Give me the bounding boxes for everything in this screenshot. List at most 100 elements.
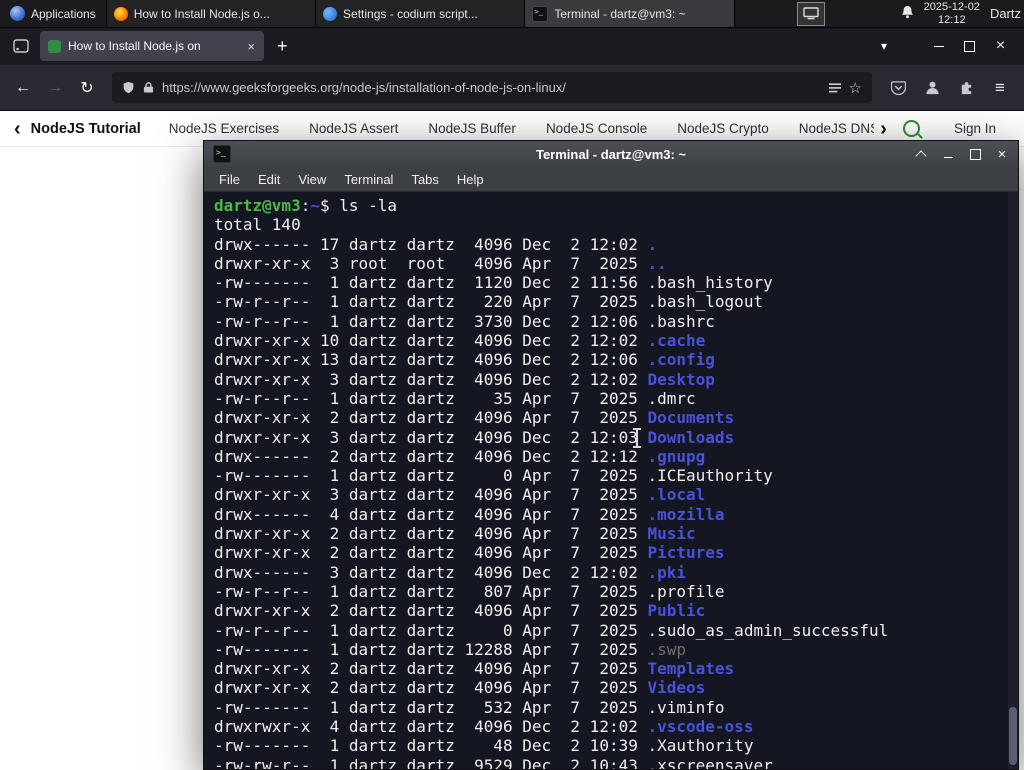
terminal-line: -rw-r--r-- 1 dartz dartz 220 Apr 7 2025 … (214, 292, 764, 312)
file-name: Templates (647, 659, 735, 679)
terminal-line: -rw------- 1 dartz dartz 0 Apr 7 2025 .I… (214, 466, 773, 486)
search-icon[interactable] (902, 120, 920, 137)
tab-close-icon[interactable]: × (246, 39, 256, 54)
extensions-icon[interactable] (950, 74, 982, 102)
reload-button[interactable]: ↻ (72, 78, 102, 98)
file-name: .xscreensaver (647, 755, 773, 769)
list-all-tabs-icon[interactable]: ▾ (871, 39, 897, 53)
file-name: .bash_logout (647, 292, 764, 312)
terminal-close-button[interactable]: × (995, 146, 1009, 163)
terminal-line: -rw-r--r-- 1 dartz dartz 3730 Dec 2 12:0… (214, 311, 715, 331)
nav-scroll-left-icon[interactable]: ‹ (14, 119, 21, 139)
terminal-line: drwx------ 3 dartz dartz 4096 Dec 2 12:0… (214, 562, 687, 582)
lock-icon[interactable] (143, 81, 154, 94)
taskbar-button[interactable]: How to Install Node.js o... (106, 0, 317, 27)
gfg-nav-brand[interactable]: NodeJS Tutorial (31, 121, 141, 137)
file-name: Videos (647, 678, 706, 698)
taskbar-button[interactable]: Settings - codium script... (316, 0, 526, 27)
taskbar-button[interactable]: Terminal - dartz@vm3: ~ (525, 0, 735, 27)
terminal-line: -rw-r--r-- 1 dartz dartz 807 Apr 7 2025 … (214, 581, 725, 601)
terminal-line: -rw------- 1 dartz dartz 532 Apr 7 2025 … (214, 697, 725, 717)
text-cursor (633, 428, 641, 448)
taskbar-label: Settings - codium script... (343, 6, 478, 21)
file-name: .profile (647, 581, 725, 601)
terminal-menu-item[interactable]: Edit (249, 172, 289, 187)
applications-menu-button[interactable]: Applications (0, 0, 106, 27)
terminal-line: drwxr-xr-x 13 dartz dartz 4096 Dec 2 12:… (214, 350, 715, 370)
file-name: .Xauthority (647, 736, 754, 756)
terminal-prompt-line: dartz@vm3:~$ ls -la (214, 196, 1004, 215)
bookmark-star-icon[interactable]: ☆ (849, 79, 862, 97)
terminal-scrollbar[interactable] (1008, 192, 1018, 769)
terminal-maximize-button[interactable] (968, 147, 982, 161)
file-name: .bash_history (647, 273, 773, 293)
file-name: .local (647, 485, 706, 505)
terminal-shade-button[interactable] (914, 147, 928, 162)
terminal-line: -rw------- 1 dartz dartz 12288 Apr 7 202… (214, 639, 687, 659)
reader-mode-icon[interactable] (828, 82, 841, 94)
prompt-userhost: dartz@vm3 (214, 196, 301, 215)
terminal-line: drwxr-xr-x 3 root root 4096 Apr 7 2025 .… (214, 253, 667, 273)
window-taskbar: How to Install Node.js o... Settings - c… (105, 0, 735, 27)
file-name: Pictures (647, 543, 725, 563)
terminal-line: drwxr-xr-x 3 dartz dartz 4096 Apr 7 2025… (214, 485, 706, 505)
browser-tab[interactable]: How to Install Node.js on × (40, 31, 264, 61)
forward-button[interactable]: → (40, 79, 70, 97)
account-icon[interactable] (916, 74, 948, 102)
systray-display-icon[interactable] (796, 1, 825, 26)
terminal-scrollbar-thumb[interactable] (1009, 707, 1017, 765)
gfg-nav-link[interactable]: NodeJS Exercises (169, 121, 279, 136)
file-name: .dmrc (647, 388, 696, 408)
tab-favicon (48, 39, 61, 53)
user-menu[interactable]: Dartz (990, 6, 1021, 21)
terminal-title-bar[interactable]: Terminal - dartz@vm3: ~ × (204, 141, 1018, 167)
taskbar-label: Terminal - dartz@vm3: ~ (554, 6, 686, 21)
terminal-output[interactable]: dartz@vm3:~$ ls -la total 140 drwx------… (204, 192, 1018, 769)
browser-close-button[interactable]: × (985, 33, 1016, 59)
terminal-line: drwxr-xr-x 3 dartz dartz 4096 Dec 2 12:0… (214, 369, 715, 389)
notification-bell-icon[interactable] (901, 5, 914, 22)
browser-minimize-button[interactable] (923, 33, 954, 59)
terminal-menu-item[interactable]: Help (448, 172, 493, 187)
pocket-icon[interactable] (882, 74, 914, 102)
back-button[interactable]: ← (8, 79, 38, 97)
terminal-line: drwxrwxr-x 4 dartz dartz 4096 Dec 2 12:0… (214, 717, 754, 737)
new-tab-button[interactable]: + (270, 37, 295, 55)
browser-maximize-button[interactable] (954, 33, 985, 59)
terminal-menu-item[interactable]: File (210, 172, 249, 187)
gfg-nav-link[interactable]: NodeJS DNS (799, 121, 875, 136)
gfg-nav-link[interactable]: NodeJS Assert (309, 121, 398, 136)
terminal-line: drwxr-xr-x 2 dartz dartz 4096 Apr 7 2025… (214, 659, 735, 679)
sign-in-button[interactable]: Sign In (954, 121, 996, 136)
file-name: Desktop (647, 369, 715, 389)
browser-tab-bar: How to Install Node.js on × + ▾ × (0, 27, 1024, 65)
file-name: Documents (647, 408, 735, 428)
panel-clock[interactable]: 2025-12-02 12:12 (924, 1, 980, 26)
file-name: .. (647, 253, 667, 273)
tracking-shield-icon[interactable] (122, 81, 135, 94)
terminal-window-title: Terminal - dartz@vm3: ~ (535, 146, 687, 162)
panel-right-area: 2025-12-02 12:12 Dartz (796, 0, 1024, 27)
taskbar-label: How to Install Node.js o... (133, 6, 270, 21)
file-name: Public (647, 601, 706, 621)
terminal-menu-item[interactable]: View (289, 172, 335, 187)
terminal-line: drwx------ 2 dartz dartz 4096 Dec 2 12:1… (214, 446, 706, 466)
terminal-line: -rw-r--r-- 1 dartz dartz 35 Apr 7 2025 .… (214, 388, 696, 408)
url-bar[interactable]: https://www.geeksforgeeks.org/node-js/in… (112, 72, 872, 103)
nav-scroll-right-icon[interactable]: › (880, 119, 887, 139)
terminal-menu-item[interactable]: Tabs (402, 172, 447, 187)
terminal-minimize-button[interactable] (941, 147, 955, 161)
gfg-nav-link[interactable]: NodeJS Buffer (428, 121, 516, 136)
terminal-menu-item[interactable]: Terminal (335, 172, 402, 187)
url-text[interactable]: https://www.geeksforgeeks.org/node-js/in… (162, 80, 821, 95)
gfg-nav-link[interactable]: NodeJS Crypto (677, 121, 769, 136)
prompt-colon: : (300, 196, 311, 215)
terminal-listing: drwx------ 17 dartz dartz 4096 Dec 2 12:… (214, 235, 1004, 769)
prompt-path: ~ (310, 196, 320, 215)
menu-icon[interactable]: ≡ (984, 74, 1016, 102)
gfg-nav-link[interactable]: NodeJS Console (546, 121, 647, 136)
terminal-line: drwxr-xr-x 2 dartz dartz 4096 Apr 7 2025… (214, 524, 696, 544)
terminal-menu-bar: File Edit View Terminal Tabs Help (204, 167, 1018, 192)
taskbar-app-icon (113, 6, 128, 21)
firefox-view-icon[interactable] (8, 34, 34, 58)
